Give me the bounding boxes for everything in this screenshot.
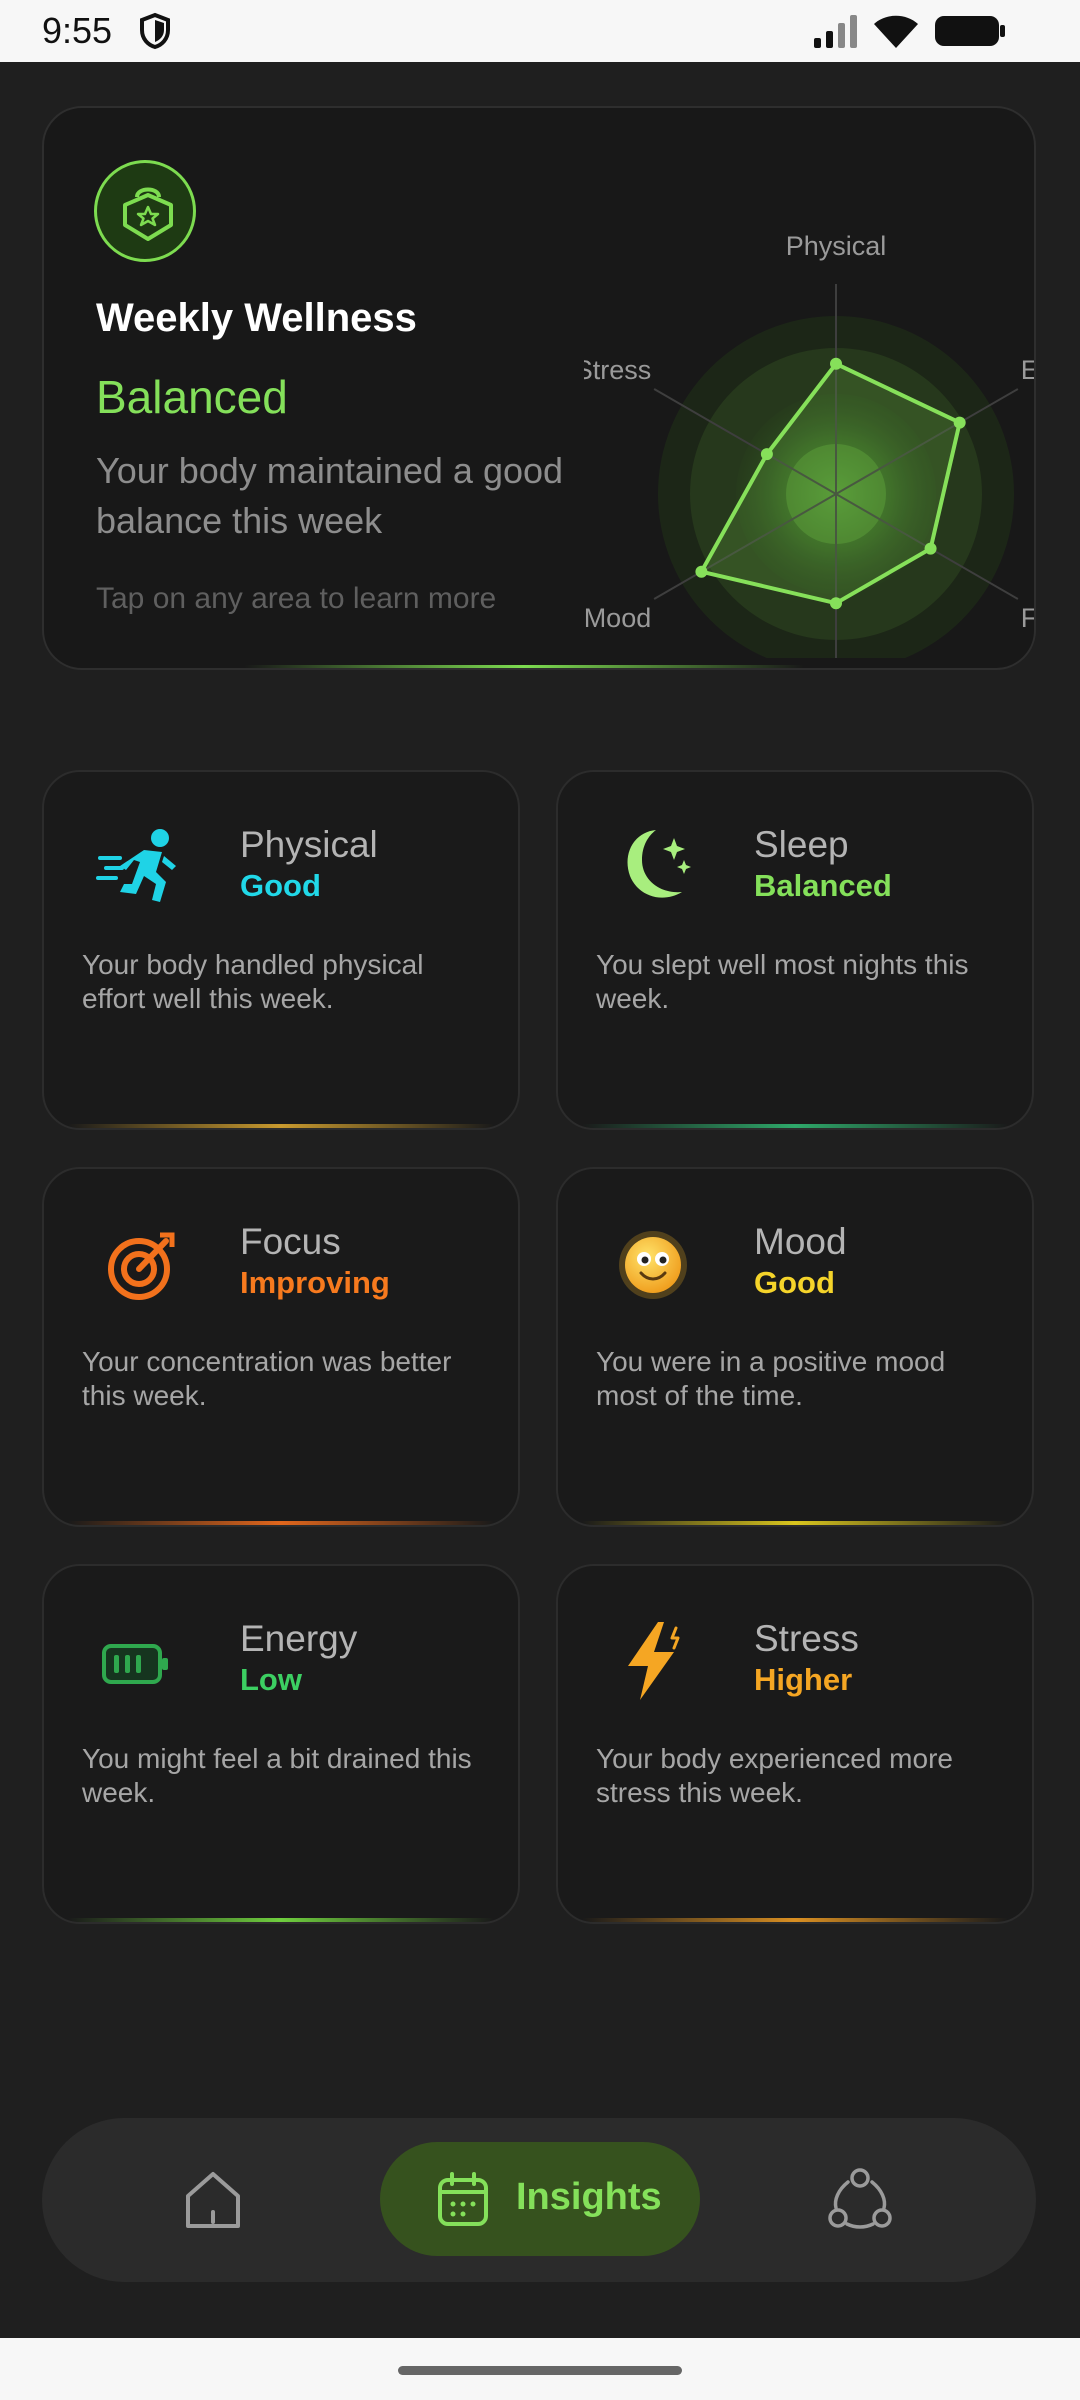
target-icon xyxy=(108,1232,175,1300)
card-description: You might feel a bit drained this week. xyxy=(82,1743,472,1808)
card-title: Mood xyxy=(754,1221,847,1262)
card-status: Low xyxy=(240,1662,302,1697)
radar-label-stress[interactable]: Stress xyxy=(584,355,651,385)
low-battery-icon xyxy=(102,1644,168,1684)
weekly-wellness-card[interactable]: Weekly Wellness Balanced Your body maint… xyxy=(42,106,1036,670)
card-status: Good xyxy=(754,1265,835,1300)
hero-status: Balanced xyxy=(96,371,288,423)
home-icon[interactable] xyxy=(182,2170,244,2232)
wifi-icon xyxy=(874,15,918,48)
running-person-icon xyxy=(96,829,176,902)
card-status: Good xyxy=(240,868,321,903)
insight-card-sleep[interactable]: Sleep Balanced You slept well most night… xyxy=(556,770,1034,1130)
card-status: Balanced xyxy=(754,868,892,903)
radar-label-mood[interactable]: Mood xyxy=(584,603,651,633)
wellness-badge xyxy=(94,160,196,262)
card-description: Your body experienced more stress this w… xyxy=(596,1743,953,1808)
card-accent-line xyxy=(582,1521,1008,1525)
insight-card-mood[interactable]: Mood Good You were in a positive mood mo… xyxy=(556,1167,1034,1527)
card-status: Improving xyxy=(240,1265,390,1300)
insight-card-stress[interactable]: Stress Higher Your body experienced more… xyxy=(556,1564,1034,1924)
battery-icon xyxy=(935,16,1005,46)
radar-label-focus[interactable]: Focus xyxy=(1021,603,1036,633)
radar-point-focus[interactable] xyxy=(924,542,937,555)
calendar-icon xyxy=(438,2172,488,2226)
shield-star-icon xyxy=(123,187,173,241)
card-accent-line xyxy=(68,1521,494,1525)
bottom-navigation: Insights xyxy=(42,2118,1036,2282)
card-accent-line xyxy=(582,1124,1008,1128)
card-description: Your body handled physical effort well t… xyxy=(82,949,424,1014)
hero-accent-line xyxy=(244,665,804,668)
radar-label-energy[interactable]: Energy xyxy=(1021,355,1036,385)
radar-point-physical[interactable] xyxy=(830,357,842,370)
wellness-radar-chart[interactable]: PhysicalEnergyFocusSleepMoodStress xyxy=(584,138,1036,658)
radar-point-energy[interactable] xyxy=(953,416,966,429)
insight-card-physical[interactable]: Physical Good Your body handled physical… xyxy=(42,770,520,1130)
insight-card-focus[interactable]: Focus Improving Your concentration was b… xyxy=(42,1167,520,1527)
card-title: Sleep xyxy=(754,824,849,865)
card-accent-line xyxy=(68,1918,494,1922)
card-description: Your concentration was better this week. xyxy=(82,1346,452,1411)
radar-point-mood[interactable] xyxy=(695,565,708,578)
shield-icon xyxy=(140,12,170,50)
card-title: Focus xyxy=(240,1221,341,1262)
hero-title: Weekly Wellness xyxy=(96,296,417,340)
card-description: You slept well most nights this week. xyxy=(596,949,969,1014)
status-time: 9:55 xyxy=(42,10,113,51)
community-icon[interactable] xyxy=(828,2168,892,2232)
card-description: You were in a positive mood most of the … xyxy=(596,1346,946,1411)
card-accent-line xyxy=(582,1918,1008,1922)
card-status: Higher xyxy=(754,1662,853,1697)
card-title: Stress xyxy=(754,1618,859,1659)
card-accent-line xyxy=(68,1124,494,1128)
moon-stars-icon xyxy=(627,830,691,898)
nav-insights-tab[interactable]: Insights xyxy=(380,2142,700,2256)
radar-point-stress[interactable] xyxy=(760,448,773,461)
home-gesture-bar[interactable] xyxy=(398,2366,682,2375)
radar-point-sleep[interactable] xyxy=(830,597,842,610)
hero-hint: Tap on any area to learn more xyxy=(96,582,497,615)
nav-insights-label: Insights xyxy=(516,2176,662,2218)
card-title: Energy xyxy=(240,1618,358,1659)
lightning-bolt-icon xyxy=(628,1622,680,1700)
status-bar: 9:55 xyxy=(0,0,1080,62)
insight-card-energy[interactable]: Energy Low You might feel a bit drained … xyxy=(42,1564,520,1924)
card-title: Physical xyxy=(240,824,378,865)
cell-signal-icon xyxy=(814,15,857,48)
smiley-face-icon xyxy=(619,1231,687,1299)
hero-description: Your body maintained a good balance this… xyxy=(96,450,564,541)
radar-label-physical[interactable]: Physical xyxy=(786,231,887,261)
